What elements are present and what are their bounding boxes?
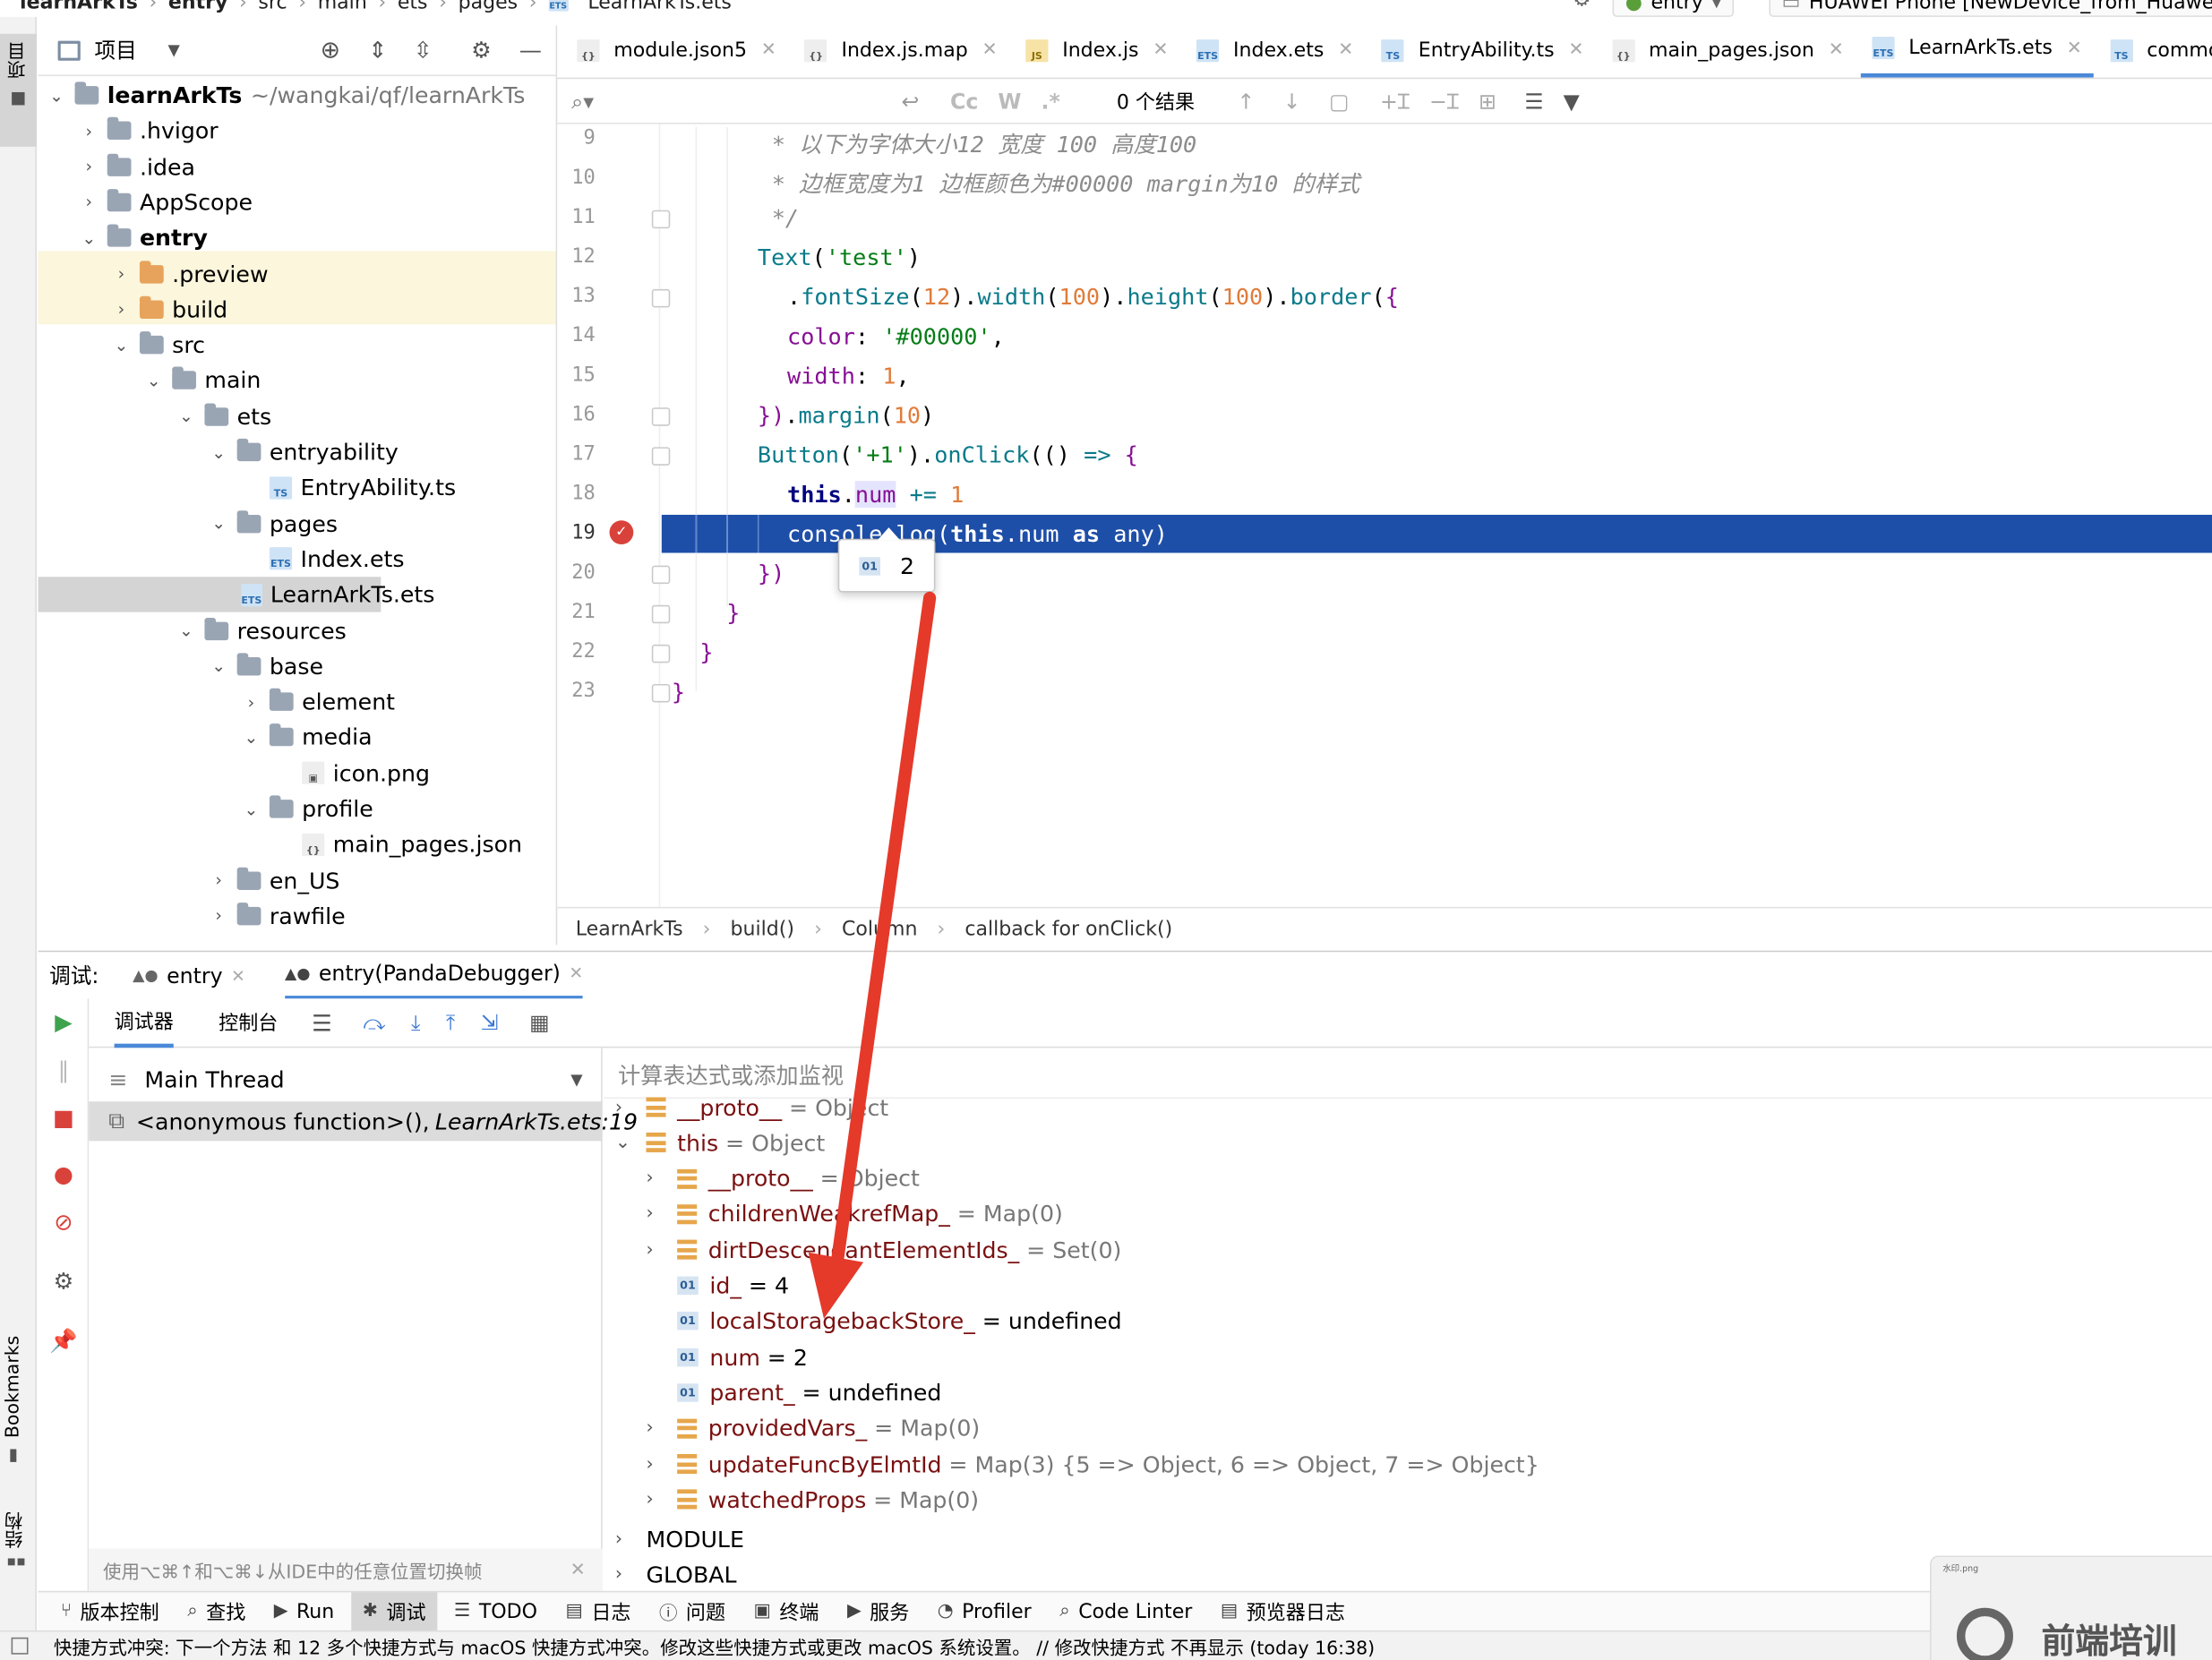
bottom-tool-bar: ⑂ 版本控制 ⌕ 查找 ▶ Run ✱ 调试 ☰ TODO ▤ 日志 ⓘ 问题 ▣ 终端 ▶ 服务 ◔ Profile… (38, 1590, 2212, 1631)
tool-window-label: Code Linter (1078, 1600, 1193, 1623)
tool-window-button[interactable]: ▤ 日志 (554, 1592, 642, 1631)
tool-window-button[interactable]: ▣ 终端 (742, 1592, 830, 1631)
tool-window-label: 版本控制 (80, 1601, 159, 1624)
tool-window-button[interactable]: ⌕ 查找 (176, 1592, 257, 1631)
annotation-arrow (808, 591, 937, 1319)
tool-window-label: 日志 (591, 1601, 631, 1624)
tool-window-button[interactable]: ☰ TODO (442, 1592, 548, 1631)
search-icon: ⌕ (187, 1600, 198, 1622)
list-icon: ☰ (454, 1600, 471, 1622)
status-message[interactable]: 快捷方式冲突: 下一个方法 和 12 多个快捷方式与 macOS 快捷方式冲突。… (54, 1632, 1375, 1660)
tool-window-button[interactable]: ⑂ 版本控制 (49, 1592, 170, 1631)
tool-window-label: 查找 (206, 1601, 246, 1624)
debug-icon: ✱ (362, 1600, 378, 1622)
tool-window-label: Run (296, 1600, 335, 1623)
watermark-file-label: 水印.png (1942, 1563, 1979, 1574)
tool-window-button[interactable]: ⓘ 问题 (647, 1592, 736, 1631)
linter-icon: ⌕ (1059, 1600, 1070, 1622)
watermark-text: 前端培训 (2041, 1621, 2177, 1660)
tool-window-label: 调试 (386, 1601, 426, 1624)
tool-window-label: Profiler (962, 1600, 1032, 1623)
status-toggle-icon[interactable] (11, 1637, 29, 1655)
watermark-badge: 水印.png 前端培训 (1930, 1555, 2212, 1660)
tool-window-button[interactable]: ◔ Profiler (926, 1592, 1042, 1631)
tool-window-label: TODO (478, 1600, 538, 1623)
preview-log-icon: ▤ (1220, 1600, 1239, 1622)
tool-window-label: 预览器日志 (1246, 1601, 1345, 1624)
watermark-logo-icon (1956, 1607, 2013, 1660)
service-icon: ▶ (846, 1600, 862, 1622)
problem-icon: ⓘ (658, 1604, 678, 1625)
tool-window-label: 终端 (779, 1601, 819, 1624)
tool-window-button[interactable]: ▶ 服务 (836, 1592, 921, 1631)
tool-window-button[interactable]: ✱ 调试 (351, 1591, 438, 1631)
status-bar: 快捷方式冲突: 下一个方法 和 12 多个快捷方式与 macOS 快捷方式冲突。… (0, 1630, 2212, 1660)
terminal-icon: ▣ (753, 1600, 771, 1622)
tool-window-button[interactable]: ▤ 预览器日志 (1209, 1592, 1356, 1631)
profiler-icon: ◔ (937, 1600, 954, 1622)
run-icon: ▶ (273, 1600, 288, 1622)
tool-window-button[interactable]: ▶ Run (262, 1592, 346, 1631)
log-icon: ▤ (565, 1600, 583, 1622)
tool-window-label: 服务 (870, 1601, 910, 1624)
tool-window-button[interactable]: ⌕ Code Linter (1049, 1592, 1204, 1631)
vcs-icon: ⑂ (60, 1600, 73, 1622)
tool-window-label: 问题 (685, 1601, 726, 1624)
